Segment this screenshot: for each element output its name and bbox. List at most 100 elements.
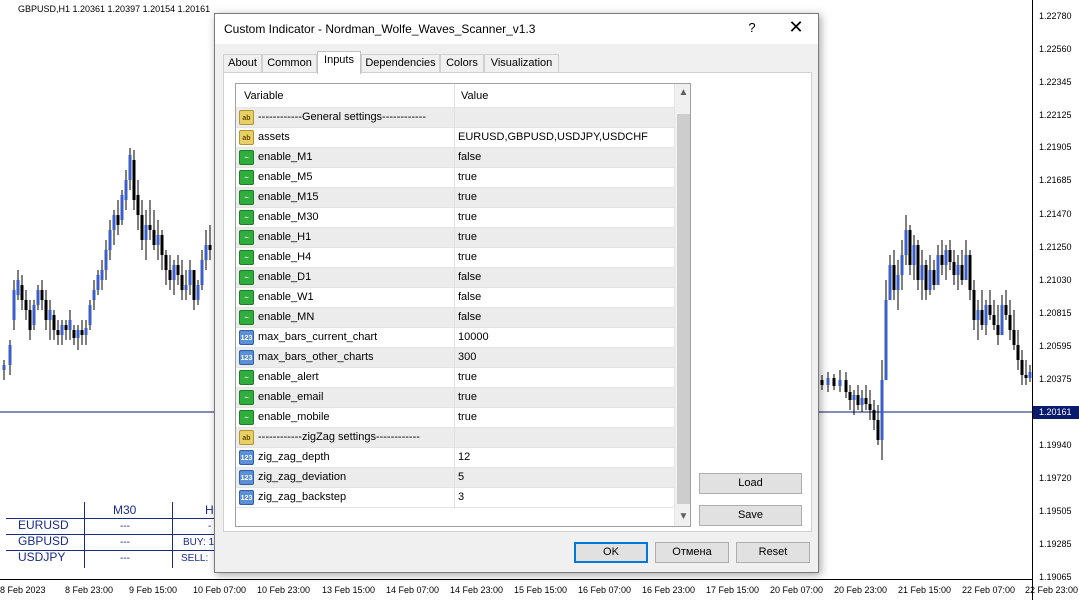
input-row[interactable]: 123 max_bars_current_chart 10000 [236,328,674,348]
scroll-thumb[interactable] [677,114,690,504]
help-button[interactable]: ? [745,20,759,35]
candle [28,300,32,340]
input-row[interactable]: ~ enable_alert true [236,368,674,388]
input-value[interactable]: EURUSD,GBPUSD,USDJPY,USDCHF [458,131,648,143]
input-value[interactable]: true [458,411,477,423]
candle [176,255,180,285]
tab-dependencies[interactable]: Dependencies [361,54,440,73]
input-row[interactable]: ~ enable_M30 true [236,208,674,228]
input-row[interactable]: ~ enable_H4 true [236,248,674,268]
candle [148,200,152,240]
candle [940,240,944,275]
scroll-down-icon[interactable]: ▼ [675,510,690,524]
input-row[interactable]: 123 zig_zag_deviation 5 [236,468,674,488]
input-value[interactable]: true [458,231,477,243]
input-value[interactable]: true [458,171,477,183]
input-value[interactable]: true [458,371,477,383]
input-row[interactable]: ~ enable_D1 false [236,268,674,288]
inputs-grid[interactable]: Variable Value ab ------------General set… [235,83,691,527]
tab-colors[interactable]: Colors [440,54,484,73]
input-value[interactable]: false [458,151,481,163]
price-tick-label: 1.22560 [1039,44,1072,54]
scroll-up-icon[interactable]: ▲ [675,86,690,100]
input-row[interactable]: 123 max_bars_other_charts 300 [236,348,674,368]
input-row[interactable]: ~ enable_email true [236,388,674,408]
input-row[interactable]: ~ enable_M1 false [236,148,674,168]
input-row[interactable]: 123 zig_zag_backstep 3 [236,488,674,508]
input-value[interactable]: false [458,271,481,283]
candle [196,280,200,305]
time-tick-label: 10 Feb 23:00 [257,585,311,595]
scanner-cell: SELL: [181,553,209,564]
save-button[interactable]: Save [699,505,802,526]
input-row[interactable]: ab ------------zigZag settings-----------… [236,428,674,448]
candle [988,290,992,320]
time-tick-label: 14 Feb 23:00 [450,585,504,595]
column-header-variable[interactable]: Variable [244,90,284,102]
column-divider [454,228,455,248]
tab-visualization[interactable]: Visualization [484,54,559,73]
candle [968,250,972,300]
candle [984,300,988,335]
vertical-scrollbar[interactable]: ▲ ▼ [674,84,690,526]
input-row[interactable]: ab ------------General settings----------… [236,108,674,128]
column-divider [454,248,455,268]
candle [868,390,872,420]
tab-common[interactable]: Common [262,54,317,73]
time-tick-label: 22 Feb 07:00 [962,585,1016,595]
price-tick-label: 1.19505 [1039,506,1072,516]
input-row[interactable]: ~ enable_W1 false [236,288,674,308]
column-divider [454,448,455,468]
candle [160,230,164,270]
candle [876,405,880,445]
input-variable-name: zig_zag_depth [258,451,330,463]
input-value[interactable]: true [458,211,477,223]
input-value[interactable]: 10000 [458,331,489,343]
string-type-icon: ab [239,130,254,145]
candle [100,260,104,290]
price-tick-label: 1.20595 [1039,341,1072,351]
bool-type-icon: ~ [239,230,254,245]
input-value[interactable]: false [458,311,481,323]
candle [896,260,900,310]
bool-type-icon: ~ [239,290,254,305]
candle [1000,295,1004,335]
input-value[interactable]: 3 [458,491,464,503]
input-value[interactable]: true [458,191,477,203]
number-type-icon: 123 [239,450,254,465]
input-value[interactable]: false [458,291,481,303]
input-row[interactable]: ~ enable_M5 true [236,168,674,188]
price-tick-label: 1.19940 [1039,440,1072,450]
candle [72,325,76,345]
close-button[interactable]: ✕ [787,17,805,38]
cancel-button[interactable]: Отмена [655,542,729,563]
column-header-value[interactable]: Value [461,90,488,102]
input-row[interactable]: ~ enable_MN false [236,308,674,328]
input-value[interactable]: 300 [458,351,476,363]
input-row[interactable]: ab assets EURUSD,GBPUSD,USDJPY,USDCHF [236,128,674,148]
candle [20,275,24,310]
input-value[interactable]: true [458,391,477,403]
candle [976,300,980,340]
column-divider [454,168,455,188]
ok-button[interactable]: OK [574,542,648,563]
bool-type-icon: ~ [239,250,254,265]
input-value[interactable]: 5 [458,471,464,483]
scanner-cell: --- [120,537,130,548]
reset-button[interactable]: Reset [736,542,810,563]
time-tick-label: 20 Feb 23:00 [834,585,888,595]
input-value[interactable]: 12 [458,451,470,463]
input-row[interactable]: 123 zig_zag_depth 12 [236,448,674,468]
input-variable-name: ------------zigZag settings------------ [258,431,420,443]
candle [932,260,936,290]
input-row[interactable]: ~ enable_mobile true [236,408,674,428]
input-row[interactable]: ~ enable_H1 true [236,228,674,248]
tab-about[interactable]: About [223,54,262,73]
dialog-titlebar[interactable]: Custom Indicator - Nordman_Wolfe_Waves_S… [215,14,818,44]
load-button[interactable]: Load [699,473,802,494]
input-value[interactable]: true [458,251,477,263]
tab-inputs[interactable]: Inputs [317,51,361,74]
input-row[interactable]: ~ enable_M15 true [236,188,674,208]
candle [168,255,172,290]
column-divider [454,348,455,368]
